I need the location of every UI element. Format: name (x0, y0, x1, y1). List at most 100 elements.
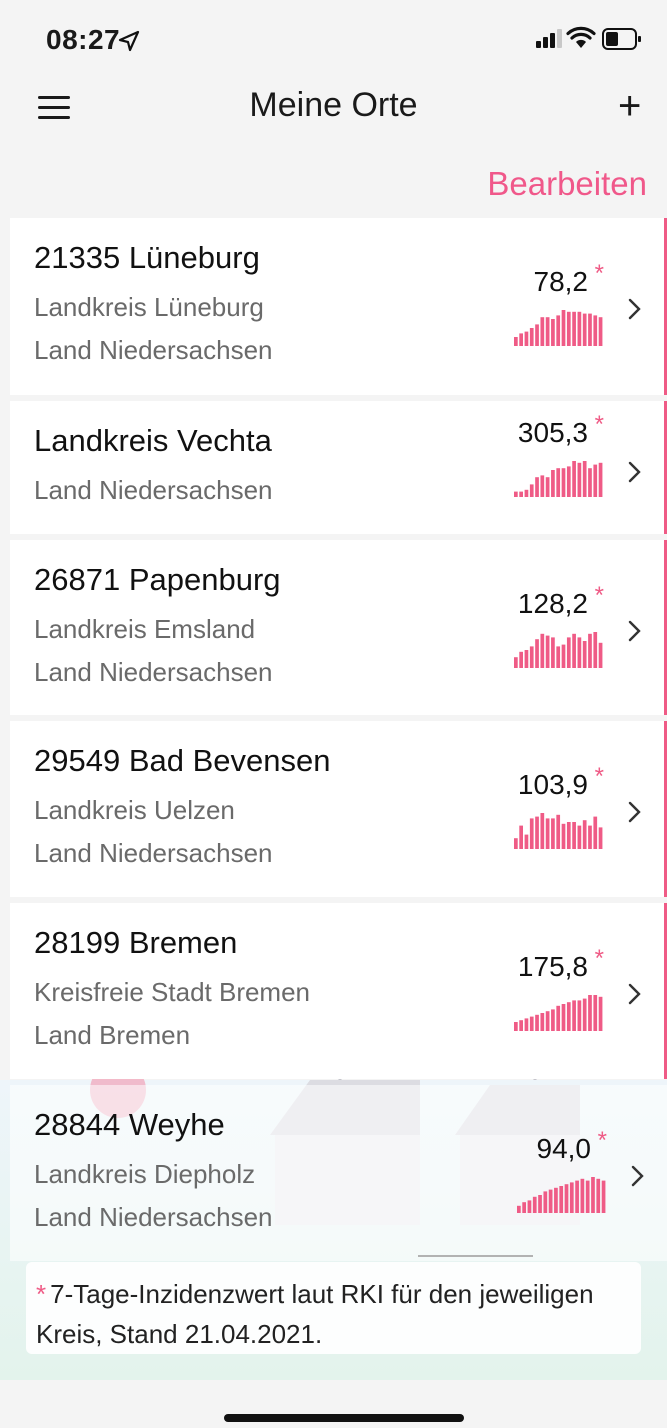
place-district: Landkreis Emsland (34, 614, 256, 644)
chevron-right-icon (628, 461, 641, 483)
trend-bar (529, 328, 534, 346)
trend-bar (582, 313, 587, 346)
chevron-right-icon (631, 1165, 644, 1187)
trend-bar (535, 639, 539, 668)
trend-bar (514, 337, 518, 346)
place-state: Land Niedersachsen (34, 475, 273, 505)
trend-bar (598, 996, 603, 1031)
trend-bar (535, 816, 539, 849)
trend-bar (554, 1187, 558, 1213)
trend-bar (582, 461, 587, 497)
trend-bar (556, 1005, 561, 1031)
incidence-trend-chart (517, 1177, 606, 1213)
status-bar: 08:27 (0, 0, 667, 80)
trend-bar (598, 827, 603, 849)
trend-bar (566, 637, 571, 668)
place-title: 29549 Bad Bevensen (34, 743, 331, 778)
trend-bar (598, 642, 603, 668)
trend-bar (522, 1202, 526, 1213)
trend-bar (572, 633, 576, 668)
trend-bar (593, 632, 598, 668)
trend-bar (566, 466, 571, 497)
place-card[interactable]: 28199 Bremen Kreisfreie Stadt Bremen Land … (10, 903, 667, 1079)
trend-bar (540, 813, 545, 849)
trend-bar (582, 998, 587, 1031)
footnote-line-1: 7-Tage-Inzidenzwert laut RKI für den jew… (50, 1279, 594, 1309)
place-district: Kreisfreie Stadt Bremen (34, 977, 311, 1007)
trend-bar (561, 310, 566, 346)
trend-bar (588, 468, 592, 497)
trend-bar (540, 1013, 545, 1031)
edit-button[interactable]: Bearbeiten (487, 165, 647, 203)
trend-bar (545, 477, 550, 497)
trend-bar (588, 633, 592, 668)
trend-bar (561, 644, 566, 668)
trend-bar (545, 635, 550, 668)
nav-bar: Meine Orte + (0, 80, 667, 140)
trend-bar (551, 470, 555, 497)
place-district: Landkreis Lüneburg (34, 292, 264, 322)
trend-bar (529, 646, 534, 668)
incidence-star: * (597, 1127, 607, 1154)
incidence-value: 103,9 (517, 769, 588, 800)
incidence-value: 128,2 (517, 588, 588, 619)
trend-bar (556, 814, 561, 849)
chevron-right-icon (628, 620, 641, 642)
place-title: 26871 Papenburg (34, 562, 281, 597)
trend-bar (566, 311, 571, 346)
place-state: Land Niedersachsen (34, 838, 273, 868)
incidence-star: * (594, 582, 604, 609)
trend-bar (577, 637, 582, 668)
incidence-value: 305,3 (517, 417, 588, 448)
place-title: 28199 Bremen (34, 925, 238, 960)
incidence-value: 175,8 (517, 951, 588, 982)
incidence-trend-chart (514, 813, 603, 849)
trend-bar (514, 838, 518, 849)
add-place-button[interactable]: + (618, 86, 641, 126)
trend-bar (556, 646, 561, 668)
trend-bar (556, 468, 561, 497)
place-title: 28844 Weyhe (34, 1107, 225, 1142)
place-title: Landkreis Vechta (34, 423, 272, 458)
incidence-star: * (594, 945, 604, 972)
trend-bar (519, 825, 523, 849)
trend-bar (593, 816, 598, 849)
incidence-star: * (594, 411, 604, 438)
trend-bar (569, 1182, 574, 1213)
place-card[interactable]: 26871 Papenburg Landkreis Emsland Land Nie… (10, 540, 667, 715)
trend-bar (514, 491, 518, 497)
trend-bar (598, 462, 603, 497)
incidence-star: * (594, 763, 604, 790)
trend-bar (527, 1200, 532, 1213)
footnote-star: * (36, 1279, 47, 1309)
place-state: Land Niedersachsen (34, 1202, 273, 1232)
wifi-icon (566, 26, 596, 48)
trend-bar (593, 464, 598, 497)
trend-bar (593, 995, 598, 1031)
trend-bar (551, 1009, 555, 1031)
place-card[interactable]: 29549 Bad Bevensen Landkreis Uelzen Land N… (10, 721, 667, 897)
trend-bar (580, 1178, 585, 1213)
trend-bar (524, 834, 529, 849)
trend-bar (566, 1002, 571, 1031)
place-card[interactable]: Landkreis Vechta Land Niedersachsen 305,3 * (10, 401, 667, 534)
trend-bar (588, 313, 592, 346)
trend-bar (514, 657, 518, 668)
trend-bar (588, 995, 592, 1031)
trend-bar (585, 1180, 590, 1213)
place-card[interactable]: 21335 Lüneburg Landkreis Lüneburg Land Nie… (10, 218, 667, 395)
places-list: 21335 Lüneburg Landkreis Lüneburg Land Nie… (10, 218, 667, 1267)
home-indicator[interactable] (224, 1414, 464, 1422)
chevron-right-icon (628, 298, 641, 320)
trend-bar (540, 633, 545, 668)
trend-bar (529, 484, 534, 497)
place-state: Land Bremen (34, 1020, 191, 1050)
trend-bar (561, 823, 566, 849)
place-district: Landkreis Uelzen (34, 795, 235, 825)
trend-bar (514, 1022, 518, 1031)
place-card[interactable]: 28844 Weyhe Landkreis Diepholz Land Nieder… (10, 1085, 667, 1261)
trend-bar (538, 1195, 542, 1213)
trend-bar (540, 475, 545, 497)
trend-bar (572, 822, 576, 849)
place-title: 21335 Lüneburg (34, 240, 260, 275)
